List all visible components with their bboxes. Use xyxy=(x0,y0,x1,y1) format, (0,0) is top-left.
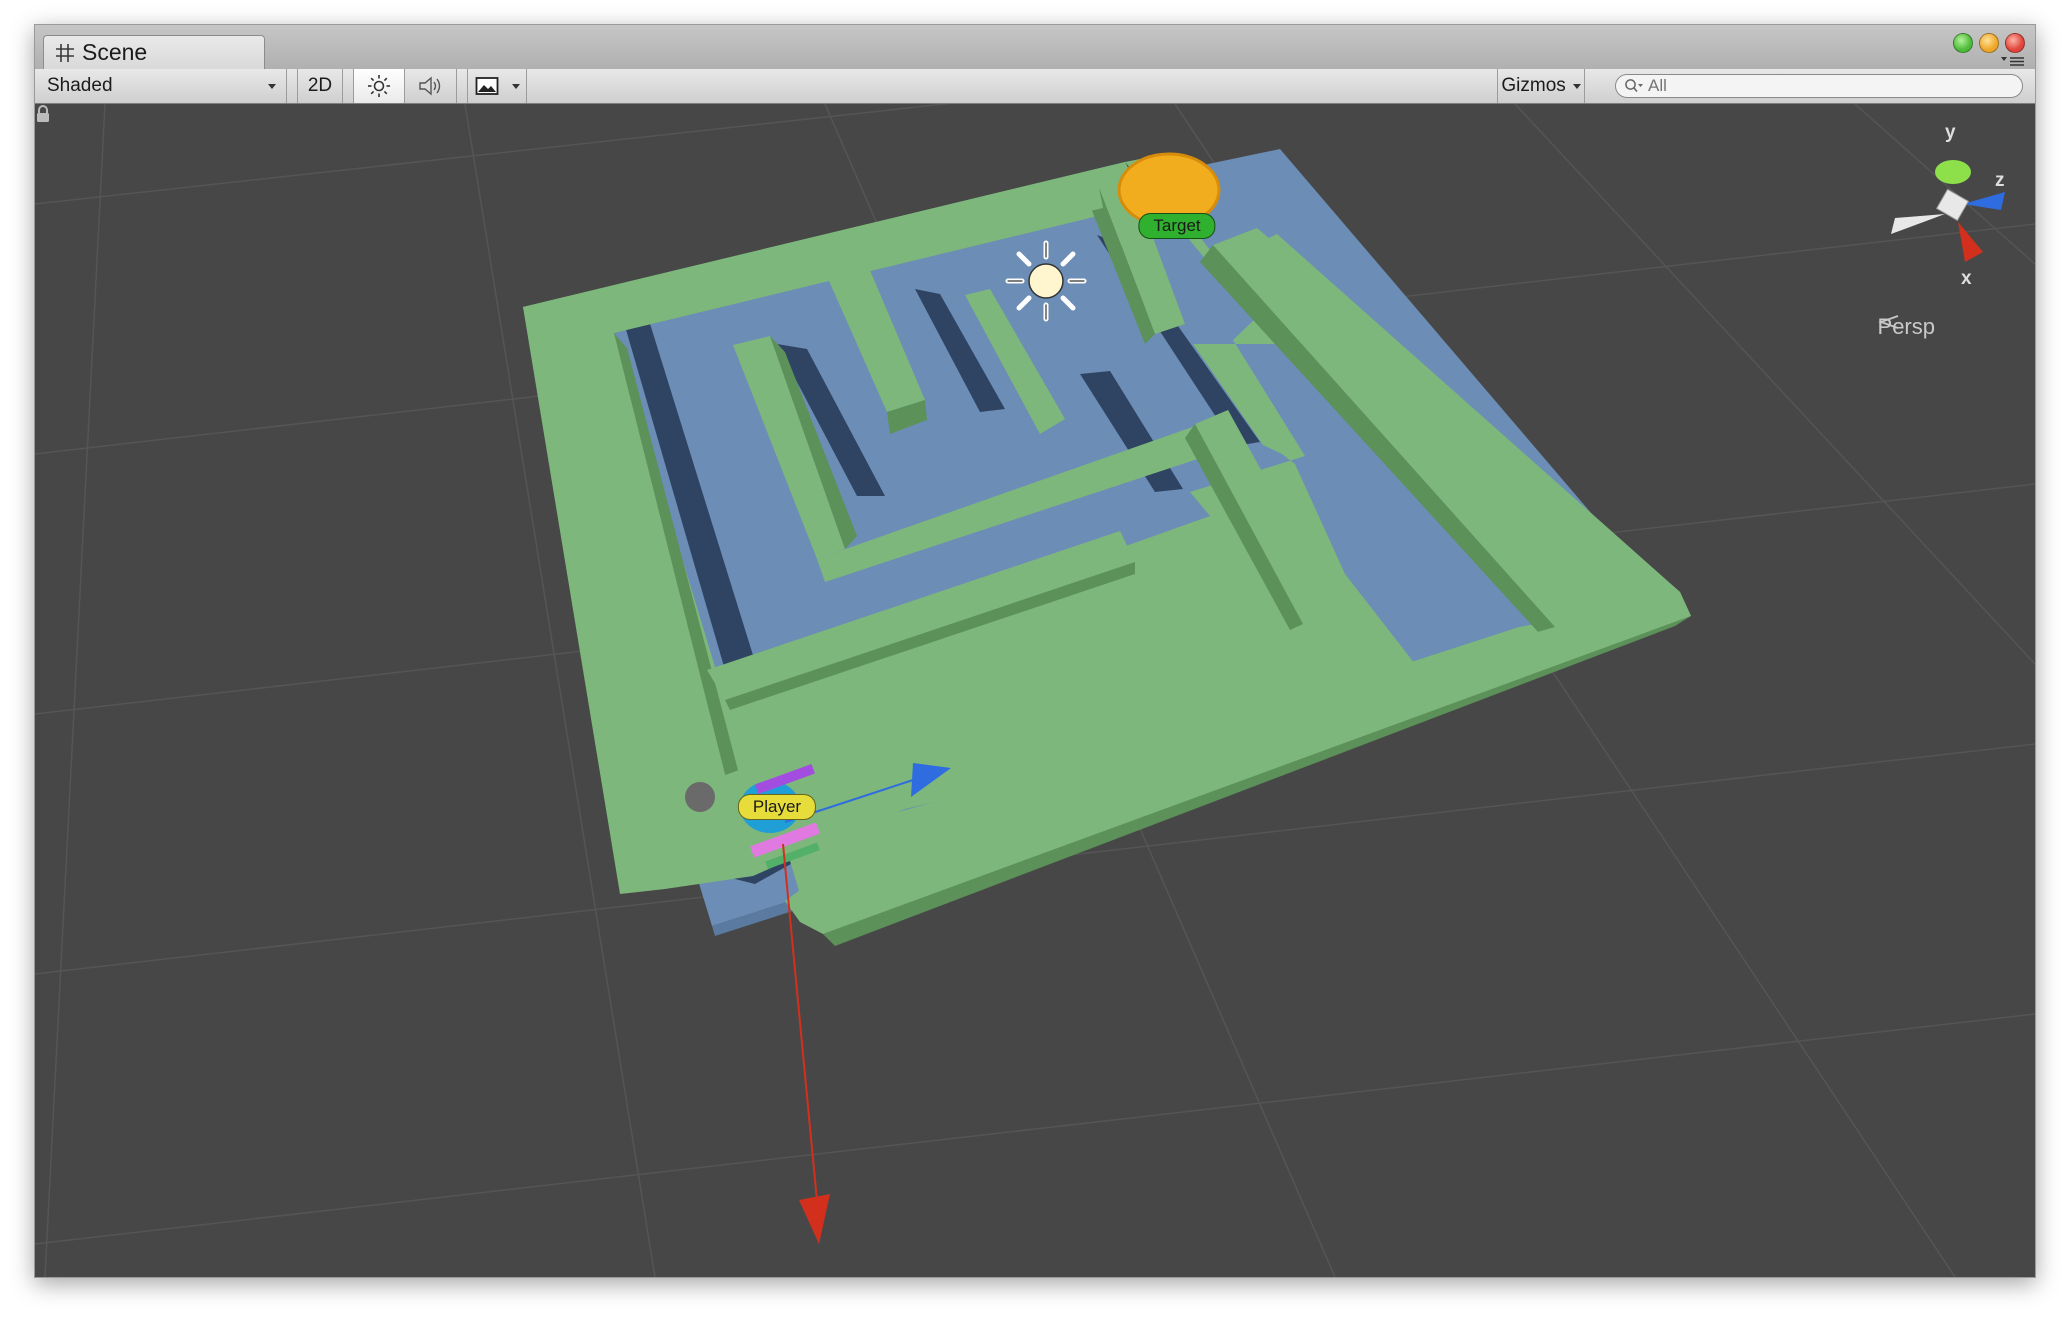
gizmos-label: Gizmos xyxy=(1501,75,1566,96)
draw-mode-label: Shaded xyxy=(47,75,113,96)
image-icon xyxy=(475,77,498,95)
search-field[interactable] xyxy=(1615,74,2023,98)
scene-toolbar: Shaded 2D Gizmos All xyxy=(35,69,2035,104)
gizmos-dropdown[interactable]: Gizmos xyxy=(1497,69,1585,103)
menu-icon[interactable] xyxy=(1999,55,2025,67)
orientation-gizmo[interactable] xyxy=(1891,160,2005,262)
gizmo-y-axis[interactable] xyxy=(1935,160,1971,184)
chevron-down-icon xyxy=(511,83,520,89)
gizmo-x-axis[interactable] xyxy=(1958,222,1983,262)
window-controls xyxy=(1953,33,2025,53)
maximize-button[interactable] xyxy=(1953,33,1973,53)
speaker-icon xyxy=(418,76,440,96)
scene-viewport[interactable]: Target Player y z x Persp xyxy=(35,104,2035,1277)
mode-2d-label: 2D xyxy=(307,75,333,96)
effects-dropdown[interactable] xyxy=(467,69,527,103)
mode-2d-button[interactable]: 2D xyxy=(297,69,343,103)
search-input[interactable] xyxy=(1648,76,2008,96)
gizmo-neg-x-axis[interactable] xyxy=(1891,214,1945,234)
chevron-down-icon xyxy=(268,83,276,89)
lock-icon[interactable] xyxy=(35,104,51,124)
scene-window: Scene Shaded 2D Gizmos All Target Player… xyxy=(34,24,2036,1278)
tab-scene[interactable]: Scene xyxy=(43,35,265,69)
close-button[interactable] xyxy=(2005,33,2025,53)
projection-toggle[interactable]: Persp xyxy=(1878,314,1935,340)
search-icon xyxy=(1625,79,1643,93)
player-label: Player xyxy=(737,794,817,820)
chevron-down-icon xyxy=(1572,83,1581,89)
gizmo-y-label: y xyxy=(1945,122,1956,143)
gizmo-x-label: x xyxy=(1961,268,1972,289)
scene-canvas[interactable] xyxy=(35,104,2035,1277)
gizmo-z-label: z xyxy=(1995,170,2005,191)
gizmo-z-axis[interactable] xyxy=(1963,192,2005,210)
audio-toggle[interactable] xyxy=(405,69,457,103)
tab-bar: Scene xyxy=(35,25,2035,70)
x-axis-handle[interactable] xyxy=(799,1194,830,1244)
minimize-button[interactable] xyxy=(1979,33,1999,53)
chevron-left-icon xyxy=(1877,315,1898,329)
tab-label: Scene xyxy=(82,39,148,65)
grid-icon xyxy=(56,43,74,62)
target-label: Target xyxy=(1138,213,1216,239)
directional-light-icon[interactable] xyxy=(1005,240,1087,322)
draw-mode-dropdown[interactable]: Shaded xyxy=(35,69,287,103)
sun-icon xyxy=(368,75,390,97)
lighting-toggle[interactable] xyxy=(353,69,405,103)
